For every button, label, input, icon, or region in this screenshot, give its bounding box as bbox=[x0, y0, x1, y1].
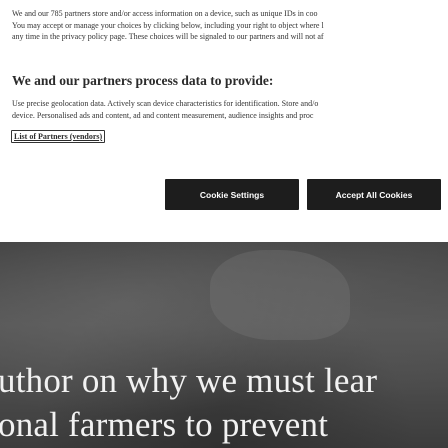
article-headline-line: uthor on why we must lear bbox=[0, 361, 378, 400]
list-of-partners-link[interactable]: List of Partners (vendors) bbox=[11, 130, 106, 143]
accept-all-cookies-button[interactable]: Accept All Cookies bbox=[307, 179, 441, 210]
page: We and our 785 partners store and/or acc… bbox=[0, 0, 448, 448]
consent-intro-line: You may accept or manage your choices by… bbox=[12, 20, 324, 30]
process-data-description: Use precise geolocation data. Actively s… bbox=[12, 98, 318, 121]
list-of-partners-label: List of Partners (vendors) bbox=[14, 132, 103, 141]
cookie-consent-banner: We and our 785 partners store and/or acc… bbox=[0, 0, 448, 242]
consent-intro-text: We and our 785 partners store and/or acc… bbox=[12, 8, 448, 43]
process-desc-line: Use precise geolocation data. Actively s… bbox=[12, 99, 319, 108]
process-data-heading: We and our partners process data to prov… bbox=[12, 73, 274, 88]
article-headline-line: onal farmers to prevent bbox=[0, 405, 329, 444]
hero-image-detail bbox=[210, 250, 350, 340]
article-backdrop: uthor on why we must lear onal farmers t… bbox=[0, 242, 448, 448]
cookie-settings-button[interactable]: Cookie Settings bbox=[165, 179, 299, 210]
process-desc-line: device. Personalised ads and content, ad… bbox=[12, 110, 314, 120]
consent-buttons: Cookie Settings Accept All Cookies bbox=[165, 179, 441, 210]
consent-intro-line: any time in the privacy policy page. The… bbox=[12, 32, 324, 41]
consent-intro-line: We and our 785 partners store and/or acc… bbox=[12, 9, 318, 18]
